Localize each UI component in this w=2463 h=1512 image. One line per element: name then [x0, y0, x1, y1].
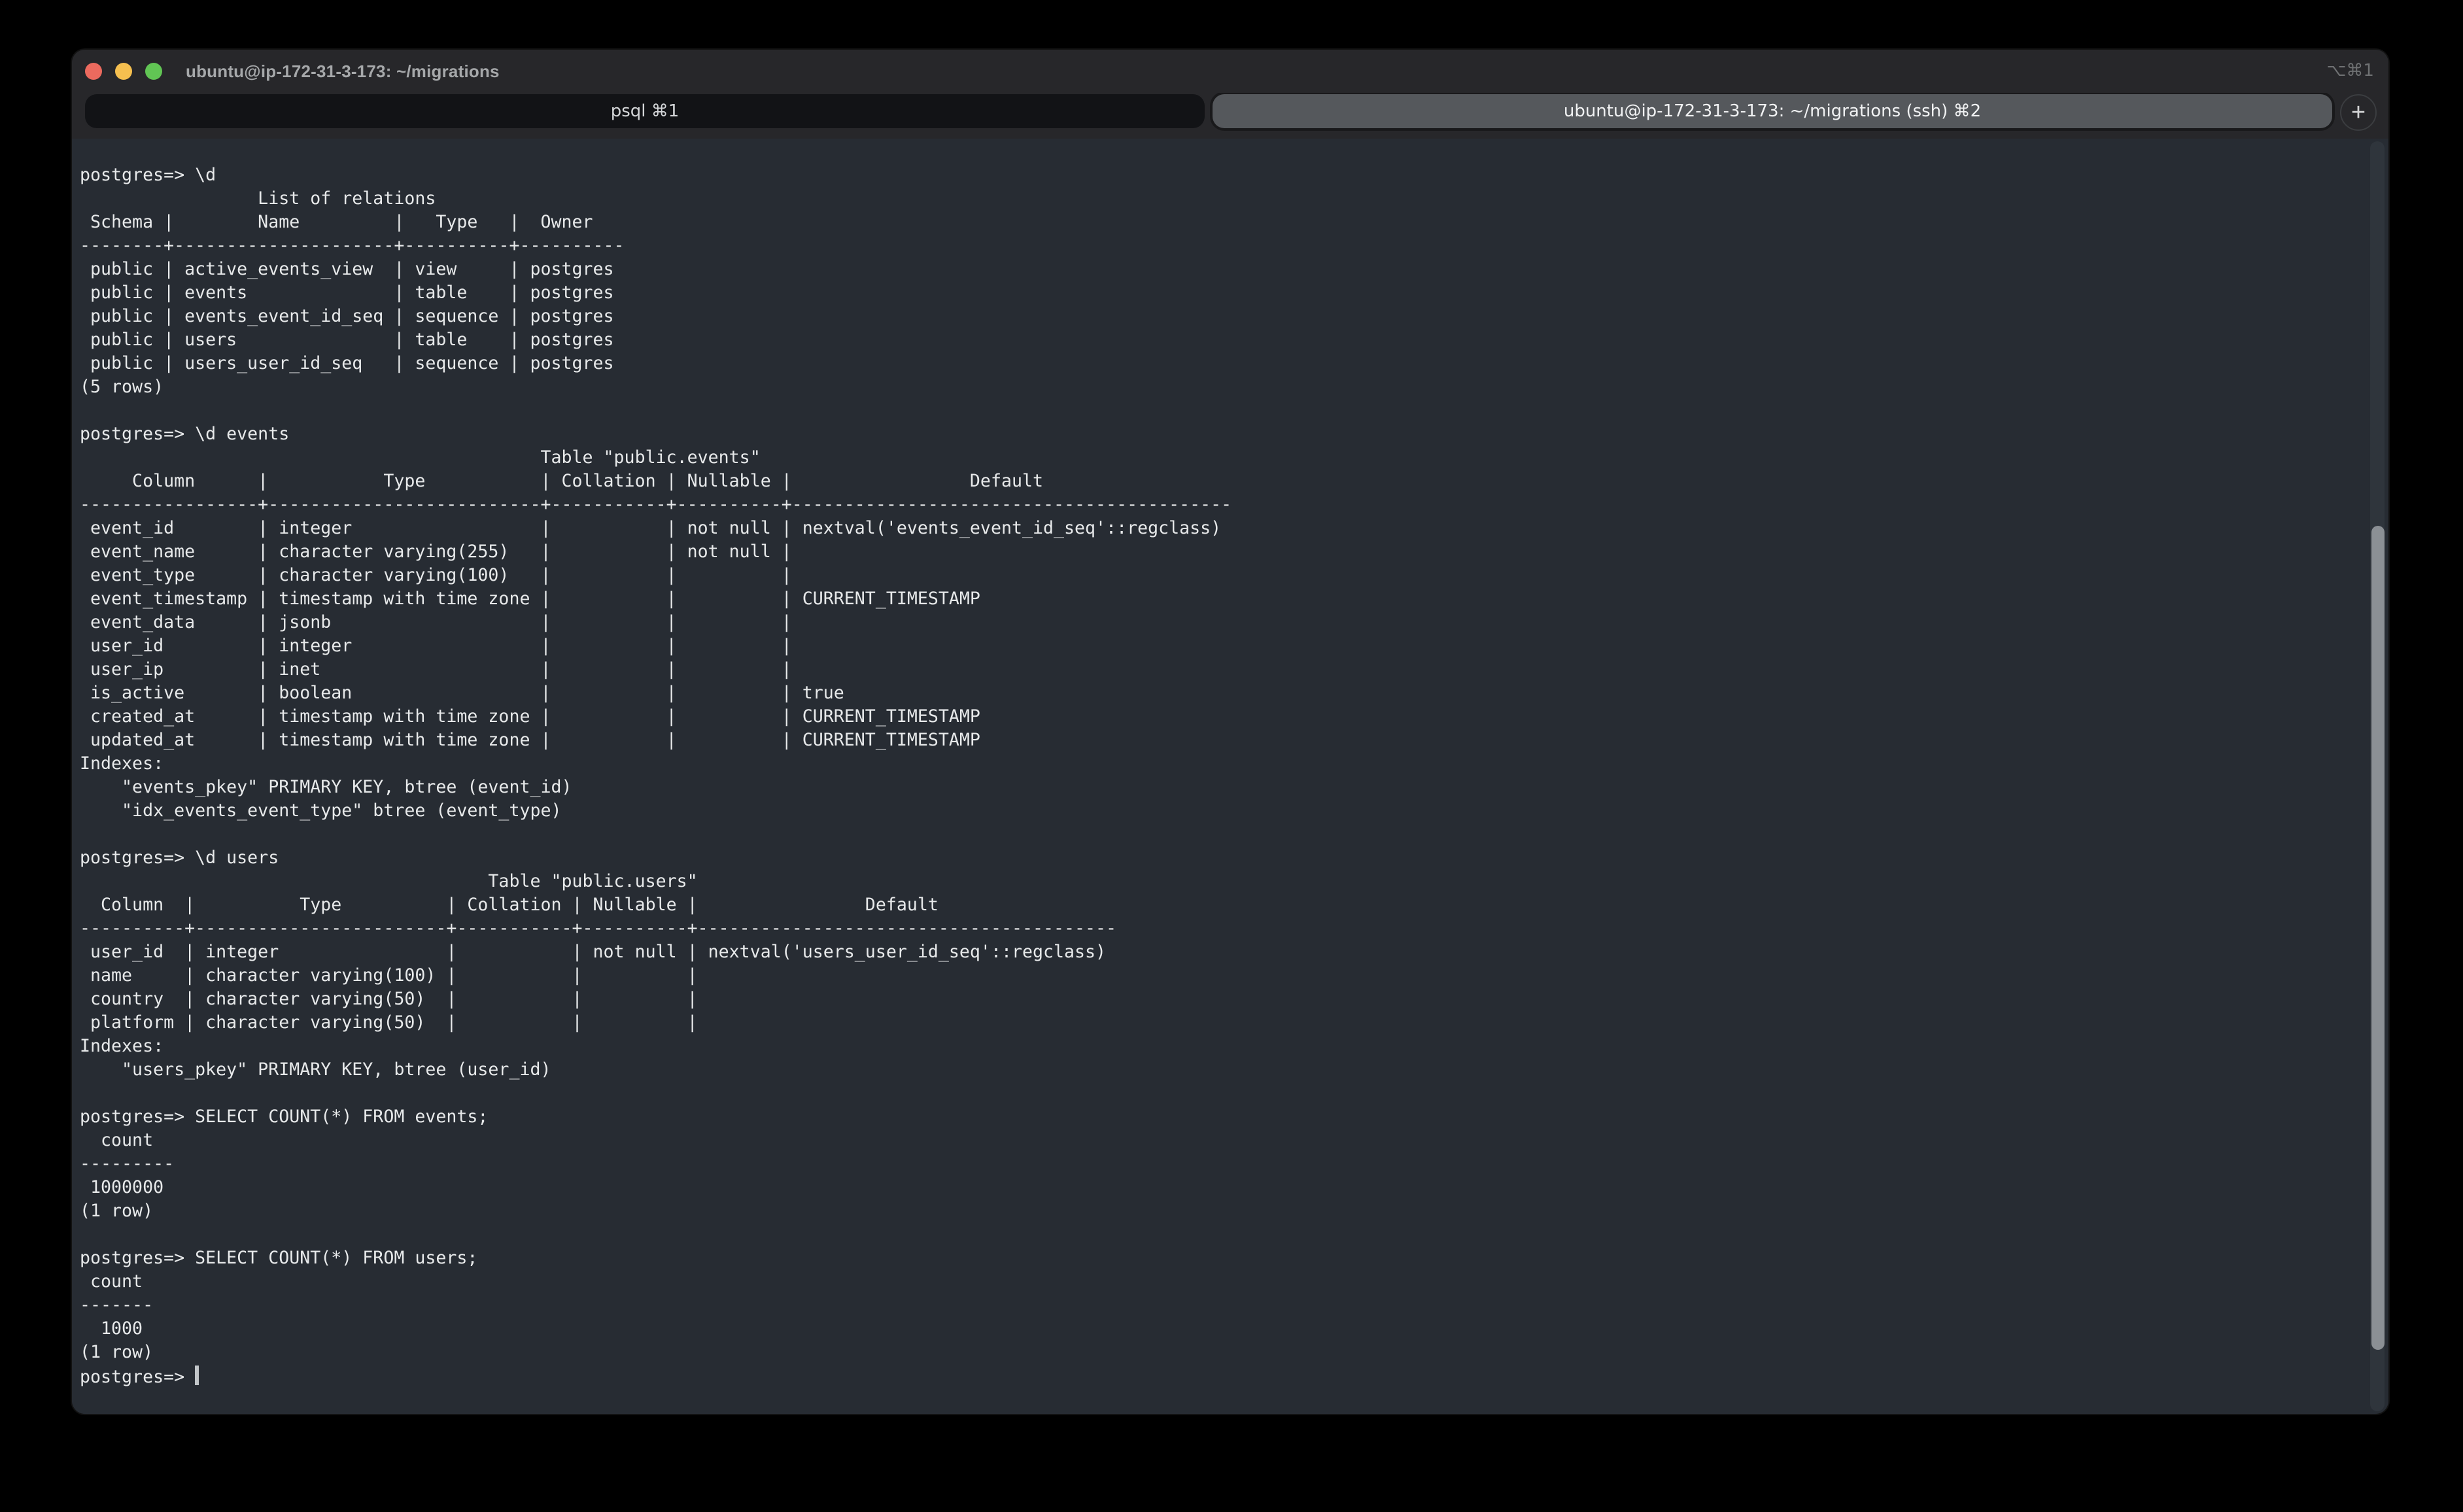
terminal-window: ubuntu@ip-172-31-3-173: ~/migrations ⌥⌘1…	[72, 50, 2388, 1414]
prompt-line: postgres=>	[80, 1366, 2354, 1390]
shell-prompt: postgres=>	[80, 1368, 195, 1388]
scrollbar-thumb[interactable]	[2371, 526, 2384, 1350]
tab-ssh-migrations[interactable]: ubuntu@ip-172-31-3-173: ~/migrations (ss…	[1213, 94, 2332, 128]
window-title: ubuntu@ip-172-31-3-173: ~/migrations	[186, 61, 500, 81]
desktop: ubuntu@ip-172-31-3-173: ~/migrations ⌥⌘1…	[0, 0, 2463, 1512]
scrollbar-track[interactable]	[2370, 141, 2385, 1411]
close-button[interactable]	[85, 63, 102, 80]
fullscreen-button[interactable]	[145, 63, 162, 80]
text-cursor	[195, 1366, 198, 1385]
terminal-output: postgres=> \d List of relations Schema |…	[80, 165, 2354, 1366]
traffic-lights	[85, 50, 162, 93]
new-tab-button[interactable]: +	[2340, 94, 2377, 131]
tab-bar: psql ⌘1 ubuntu@ip-172-31-3-173: ~/migrat…	[72, 93, 2388, 139]
tab-psql-label: psql ⌘1	[611, 101, 680, 121]
minimize-button[interactable]	[115, 63, 132, 80]
tab-ssh-migrations-label: ubuntu@ip-172-31-3-173: ~/migrations (ss…	[1564, 101, 1981, 121]
window-shortcut-hint: ⌥⌘1	[2326, 61, 2388, 81]
plus-icon: +	[2351, 100, 2366, 125]
tab-psql[interactable]: psql ⌘1	[85, 94, 1205, 128]
terminal-content[interactable]: postgres=> \d List of relations Schema |…	[72, 139, 2388, 1414]
window-titlebar[interactable]: ubuntu@ip-172-31-3-173: ~/migrations ⌥⌘1	[72, 50, 2388, 93]
